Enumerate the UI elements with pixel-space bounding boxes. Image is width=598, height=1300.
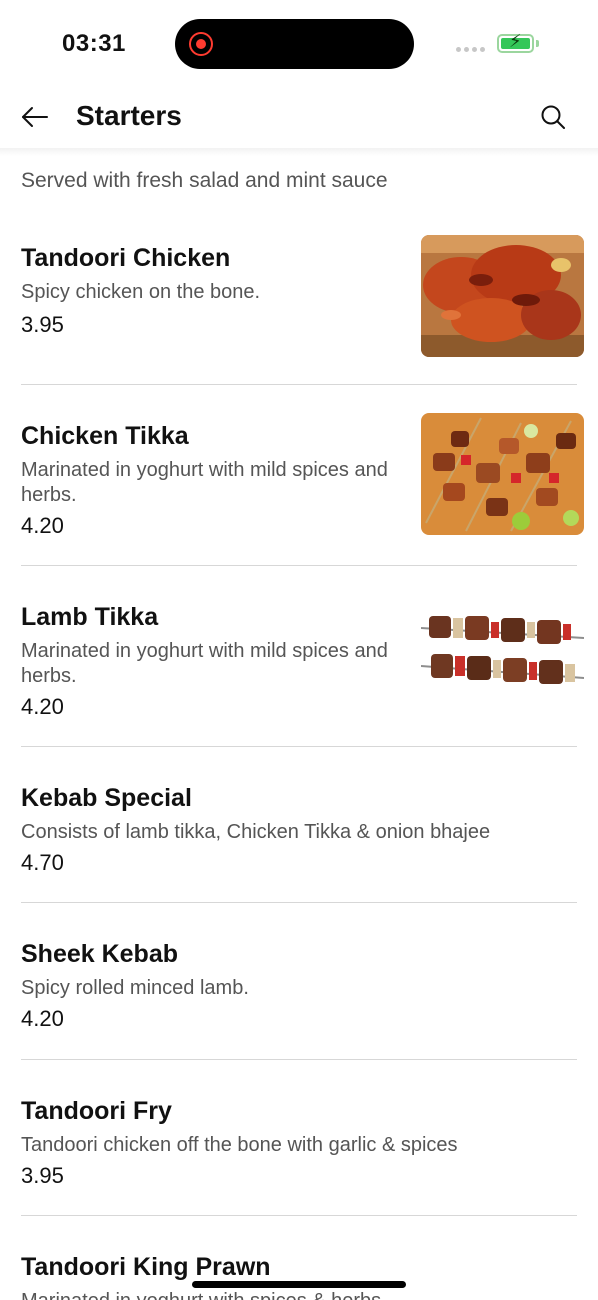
item-description: Consists of lamb tikka, Chicken Tikka & … [21, 821, 491, 843]
screen: 03:31 ⚡ Starters Served with fresh salad… [0, 0, 598, 1300]
divider [21, 565, 577, 566]
item-description: Spicy chicken on the bone. [21, 281, 261, 303]
item-description: Tandoori chicken off the bone with garli… [21, 1134, 458, 1156]
item-description: Marinated in yoghurt with mild spices an… [21, 640, 388, 687]
item-price: 4.70 [21, 850, 64, 875]
item-name: Sheek Kebab [21, 940, 179, 968]
divider [21, 902, 577, 903]
home-indicator[interactable] [192, 1281, 406, 1288]
tandoori-chicken-image [421, 235, 584, 357]
header-divider [0, 148, 598, 156]
item-name: Kebab Special [21, 784, 192, 812]
item-name: Tandoori Fry [21, 1097, 172, 1125]
item-description: Marinated in yoghurt with mild spices an… [21, 459, 388, 506]
item-name: Chicken Tikka [21, 422, 189, 450]
arrow-left-icon [22, 107, 48, 127]
chicken-tikka-image [421, 413, 584, 535]
item-name: Tandoori Chicken [21, 244, 231, 272]
item-price: 3.95 [21, 1163, 64, 1188]
item-price: 4.20 [21, 1006, 64, 1031]
screen-recording-icon [189, 32, 213, 56]
charging-bolt-icon: ⚡ [509, 31, 522, 51]
search-button[interactable] [538, 102, 568, 132]
divider [21, 1059, 577, 1060]
item-price: 4.20 [21, 694, 64, 719]
item-name: Lamb Tikka [21, 603, 159, 631]
battery-cap [536, 40, 539, 47]
item-name: Tandoori King Prawn [21, 1253, 271, 1281]
battery-icon: ⚡ [497, 31, 534, 53]
divider [21, 746, 577, 747]
search-icon [541, 105, 565, 129]
back-button[interactable] [18, 100, 52, 134]
divider [21, 384, 577, 385]
dynamic-island [175, 19, 414, 69]
cellular-signal-icon [456, 47, 485, 52]
item-description: Spicy rolled minced lamb. [21, 977, 249, 999]
lamb-tikka-image [421, 594, 584, 716]
status-time: 03:31 [62, 30, 126, 57]
item-price: 3.95 [21, 312, 64, 337]
page-title: Starters [76, 100, 182, 131]
section-subtitle: Served with fresh salad and mint sauce [21, 169, 388, 192]
app-header: Starters [0, 88, 598, 148]
divider [21, 1215, 577, 1216]
item-price: 4.20 [21, 513, 64, 538]
status-bar: 03:31 ⚡ [0, 0, 598, 88]
item-description: Marinated in yoghurt with spices & herbs [21, 1289, 581, 1300]
